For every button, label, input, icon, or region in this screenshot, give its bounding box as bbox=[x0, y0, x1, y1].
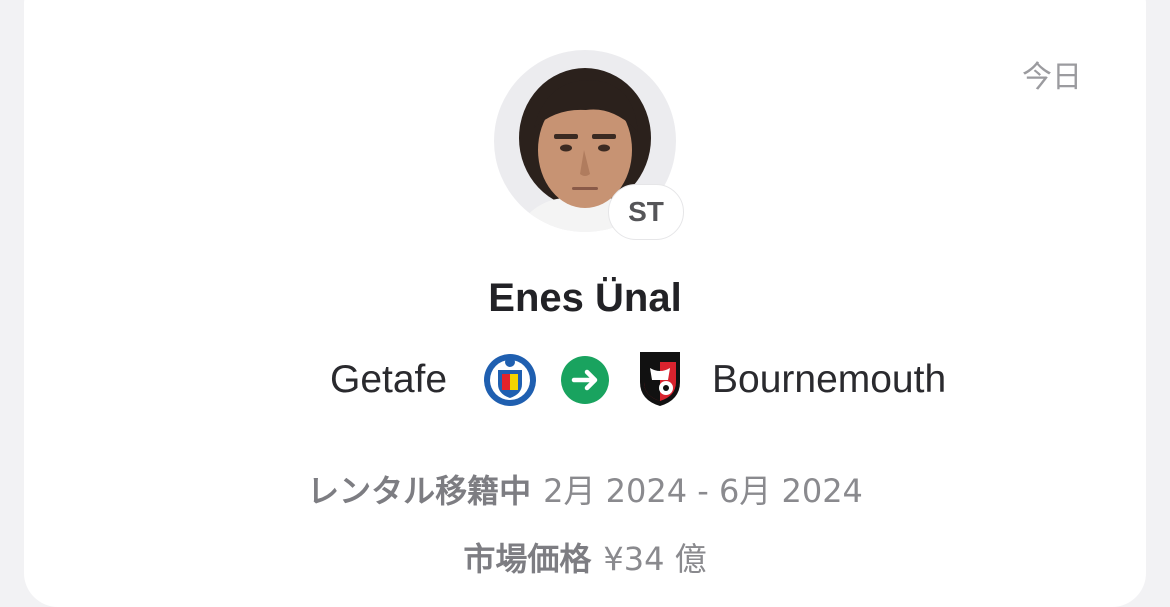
date-label: 今日 bbox=[1022, 60, 1082, 95]
arrow-right-icon bbox=[561, 356, 609, 404]
market-value-amount: ¥34 億 bbox=[603, 540, 707, 578]
transfer-row: Getafe Bournemouth bbox=[24, 352, 1146, 412]
from-club-name[interactable]: Getafe bbox=[330, 358, 447, 402]
loan-label: レンタル移籍中 bbox=[307, 472, 532, 510]
getafe-crest-icon bbox=[484, 354, 536, 406]
market-value-label: 市場価格 bbox=[463, 540, 592, 578]
player-avatar-container: ST bbox=[494, 50, 684, 240]
bournemouth-crest-icon bbox=[640, 352, 680, 406]
position-badge: ST bbox=[608, 184, 684, 240]
market-value-info: 市場価格 ¥34 億 bbox=[24, 534, 1146, 580]
player-name[interactable]: Enes Ünal bbox=[24, 276, 1146, 321]
transfer-card[interactable]: 今日 ST Enes Ünal Getafe Bournemouth レンタル移… bbox=[24, 0, 1146, 607]
loan-period: 2月 2024 - 6月 2024 bbox=[543, 472, 863, 510]
to-club-name[interactable]: Bournemouth bbox=[712, 358, 946, 402]
loan-info: レンタル移籍中 2月 2024 - 6月 2024 bbox=[24, 466, 1146, 512]
